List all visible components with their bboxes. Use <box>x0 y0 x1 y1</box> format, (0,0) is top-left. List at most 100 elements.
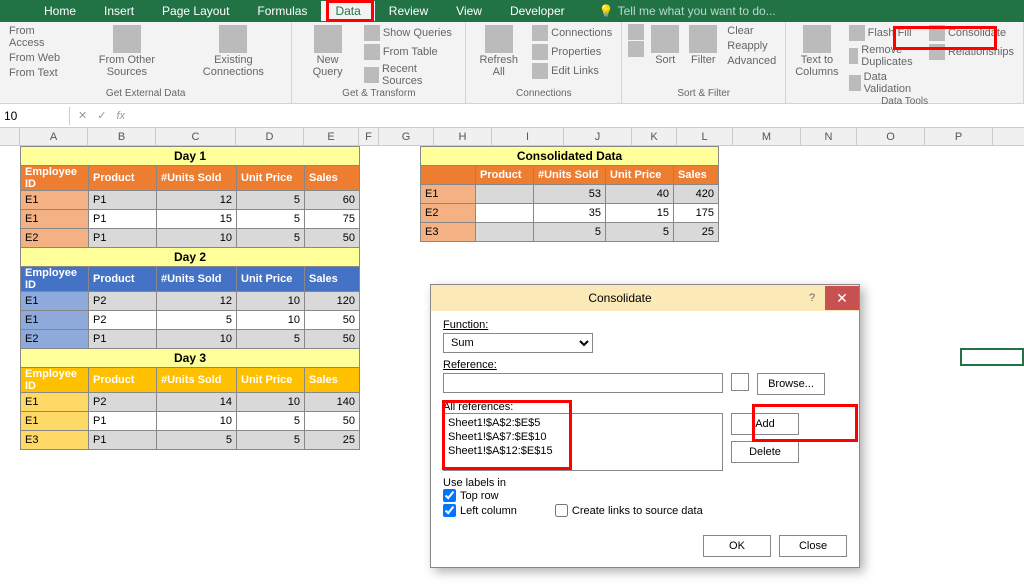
valid-icon <box>849 75 861 91</box>
refresh-icon <box>485 25 513 53</box>
formula-bar: 10 ✕ ✓ fx <box>0 104 1024 128</box>
day1-table[interactable]: Day 1 Employee IDProduct#Units SoldUnit … <box>20 146 360 450</box>
selected-cell <box>960 348 1024 366</box>
tab-formulas[interactable]: Formulas <box>243 1 321 21</box>
text-to-columns-button[interactable]: Text to Columns <box>792 24 841 79</box>
create-links-checkbox[interactable] <box>555 504 568 517</box>
existing-connections-button[interactable]: Existing Connections <box>181 24 285 79</box>
col-O[interactable]: O <box>857 128 925 145</box>
top-row-checkbox[interactable] <box>443 489 456 502</box>
relationships-button[interactable]: Relationships <box>926 43 1017 61</box>
col-L[interactable]: L <box>677 128 733 145</box>
close-button[interactable]: Close <box>779 535 847 557</box>
sort-za-icon[interactable] <box>628 41 644 57</box>
consolidated-table[interactable]: Consolidated Data Product#Units SoldUnit… <box>420 146 719 242</box>
edit-links-button[interactable]: Edit Links <box>529 62 615 80</box>
cancel-icon[interactable]: ✕ <box>78 109 87 122</box>
use-labels-label: Use labels in <box>443 477 847 489</box>
from-access-button[interactable]: From Access <box>6 24 72 50</box>
day1-title: Day 1 <box>21 147 360 166</box>
fx-icon[interactable]: fx <box>116 110 125 122</box>
tab-data[interactable]: Data <box>321 1 374 21</box>
day2-title: Day 2 <box>21 248 360 267</box>
tab-review[interactable]: Review <box>375 1 442 21</box>
consolidated-title: Consolidated Data <box>421 147 719 166</box>
remove-duplicates-button[interactable]: Remove Duplicates <box>846 43 922 69</box>
function-select[interactable]: Sum <box>443 333 593 353</box>
sort-az-icon[interactable] <box>628 24 644 40</box>
tab-page-layout[interactable]: Page Layout <box>148 1 243 21</box>
query-icon <box>314 25 342 53</box>
tab-insert[interactable]: Insert <box>90 1 148 21</box>
columns-icon <box>803 25 831 53</box>
flash-icon <box>849 25 865 41</box>
col-P[interactable]: P <box>925 128 993 145</box>
close-icon[interactable]: ✕ <box>825 286 859 310</box>
day3-title: Day 3 <box>21 349 360 368</box>
refresh-all-button[interactable]: Refresh All <box>472 24 525 79</box>
ok-button[interactable]: OK <box>703 535 771 557</box>
browse-button[interactable]: Browse... <box>757 373 825 395</box>
clear-button[interactable]: Clear <box>724 24 779 38</box>
reference-input[interactable] <box>443 373 723 393</box>
tell-me[interactable]: 💡Tell me what you want to do... <box>579 4 776 18</box>
col-D[interactable]: D <box>236 128 304 145</box>
col-H[interactable]: H <box>434 128 492 145</box>
from-text-button[interactable]: From Text <box>6 66 72 80</box>
add-button[interactable]: Add <box>731 413 799 435</box>
col-B[interactable]: B <box>88 128 156 145</box>
connections-button[interactable]: Connections <box>529 24 615 42</box>
col-G[interactable]: G <box>379 128 434 145</box>
col-F[interactable]: F <box>359 128 379 145</box>
flash-fill-button[interactable]: Flash Fill <box>846 24 922 42</box>
group-label: Get & Transform <box>342 88 415 101</box>
col-K[interactable]: K <box>632 128 677 145</box>
ribbon: From Access From Web From Text From Othe… <box>0 22 1024 104</box>
table-icon <box>364 25 380 41</box>
recent-icon <box>364 67 379 83</box>
filter-button[interactable]: Filter <box>686 24 720 67</box>
edit-icon <box>532 63 548 79</box>
tab-developer[interactable]: Developer <box>496 1 579 21</box>
col-J[interactable]: J <box>564 128 632 145</box>
check-icon[interactable]: ✓ <box>97 109 106 122</box>
group-data-tools: Text to Columns Flash Fill Remove Duplic… <box>786 22 1024 103</box>
all-refs-list[interactable]: Sheet1!$A$2:$E$5 Sheet1!$A$7:$E$10 Sheet… <box>443 413 723 471</box>
properties-button[interactable]: Properties <box>529 43 615 61</box>
recent-sources-button[interactable]: Recent Sources <box>361 62 460 88</box>
advanced-button[interactable]: Advanced <box>724 54 779 68</box>
tab-view[interactable]: View <box>442 1 496 21</box>
col-A[interactable]: A <box>20 128 88 145</box>
from-table-button[interactable]: From Table <box>361 43 460 61</box>
tab-home[interactable]: Home <box>30 1 90 21</box>
name-box[interactable]: 10 <box>0 107 70 125</box>
range-picker-icon[interactable] <box>731 373 749 391</box>
col-N[interactable]: N <box>801 128 857 145</box>
col-C[interactable]: C <box>156 128 236 145</box>
from-other-sources-button[interactable]: From Other Sources <box>76 24 177 79</box>
from-web-button[interactable]: From Web <box>6 51 72 65</box>
group-label: Get External Data <box>106 88 185 101</box>
show-queries-button[interactable]: Show Queries <box>361 24 460 42</box>
filter-icon <box>689 25 717 53</box>
props-icon <box>532 44 548 60</box>
sort-icon <box>651 25 679 53</box>
group-get-external: From Access From Web From Text From Othe… <box>0 22 292 103</box>
reapply-button[interactable]: Reapply <box>724 39 779 53</box>
sort-button[interactable]: Sort <box>648 24 682 67</box>
help-button[interactable]: ? <box>799 292 825 304</box>
table-icon <box>364 44 380 60</box>
col-I[interactable]: I <box>492 128 564 145</box>
bulb-icon: 💡 <box>599 4 614 18</box>
delete-button[interactable]: Delete <box>731 441 799 463</box>
left-column-checkbox[interactable] <box>443 504 456 517</box>
data-validation-button[interactable]: Data Validation <box>846 70 922 96</box>
group-connections: Refresh All Connections Properties Edit … <box>466 22 622 103</box>
group-label: Connections <box>516 88 572 101</box>
col-M[interactable]: M <box>733 128 801 145</box>
new-query-button[interactable]: New Query <box>298 24 357 79</box>
rel-icon <box>929 44 945 60</box>
consolidate-button[interactable]: Consolidate <box>926 24 1017 42</box>
group-get-transform: New Query Show Queries From Table Recent… <box>292 22 466 103</box>
col-E[interactable]: E <box>304 128 359 145</box>
